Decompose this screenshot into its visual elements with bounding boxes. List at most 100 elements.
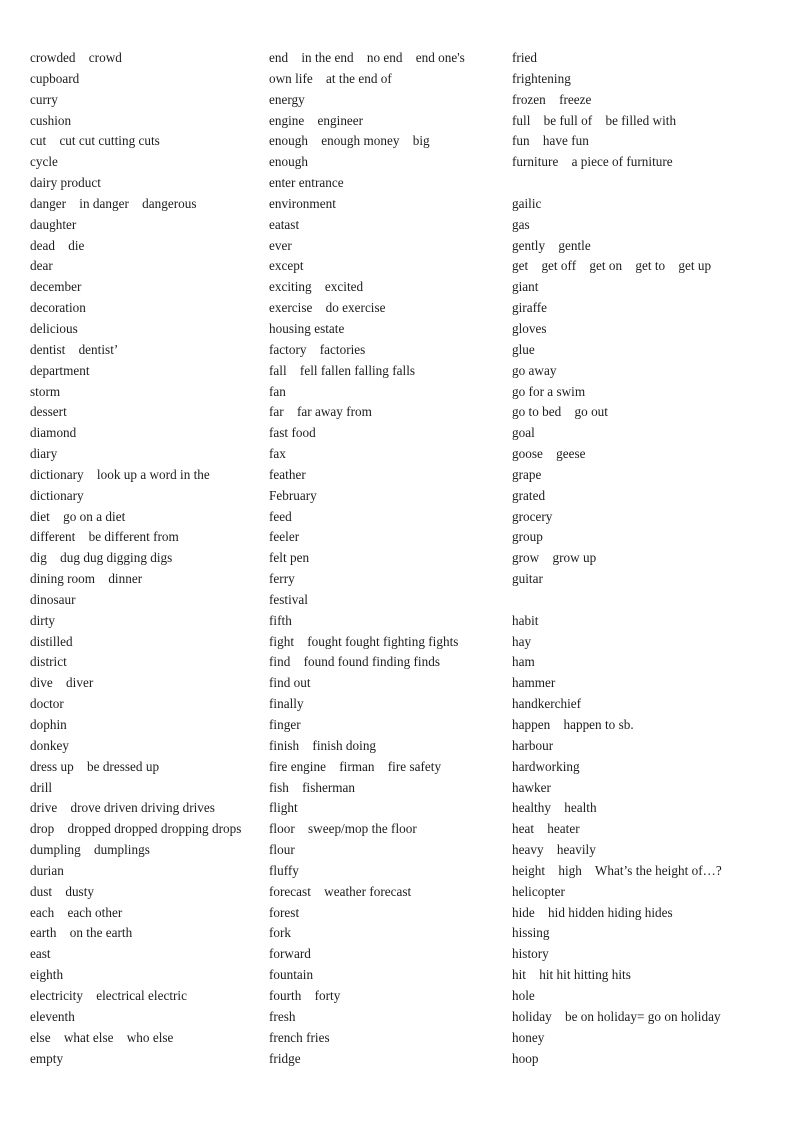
vocabulary-columns: crowded crowd cupboard curry cushion cut cut…: [0, 48, 800, 1069]
vocabulary-entry: energy: [269, 91, 305, 107]
vocabulary-entry: grow grow up: [512, 550, 597, 566]
vocabulary-entry: housing estate: [269, 320, 345, 336]
vocabulary-entry: height high What’s the height of…?: [512, 862, 722, 878]
vocabulary-entry: February: [269, 487, 317, 503]
vocabulary-entry: own life at the end of: [269, 70, 392, 86]
vocabulary-entry: flight: [269, 800, 298, 816]
vocabulary-entry: holiday be on holiday= go on holiday: [512, 1008, 721, 1024]
vocabulary-entry: doctor: [30, 696, 64, 712]
vocabulary-entry: french fries: [269, 1029, 330, 1045]
vocabulary-entry: curry: [30, 91, 58, 107]
vocabulary-entry: enter entrance: [269, 175, 344, 191]
vocabulary-entry: find found found finding finds: [269, 654, 440, 670]
vocabulary-entry: ever: [269, 237, 292, 253]
vocabulary-entry: grocery: [512, 508, 553, 524]
vocabulary-entry: guitar: [512, 571, 543, 587]
vocabulary-entry: december: [30, 279, 82, 295]
vocabulary-entry: durian: [30, 862, 64, 878]
column-left: crowded crowd cupboard curry cushion cut cut…: [0, 48, 262, 1069]
vocabulary-entry: fast food: [269, 425, 316, 441]
vocabulary-entry: hoop: [512, 1050, 539, 1066]
vocabulary-entry: dress up be dressed up: [30, 758, 160, 774]
column-middle: end in the end no end end one's own life …: [262, 48, 505, 1069]
vocabulary-entry: fun have fun: [512, 133, 589, 149]
vocabulary-entry: happen happen to sb.: [512, 717, 634, 732]
vocabulary-entry: heat heater: [512, 821, 580, 837]
vocabulary-entry: helicopter: [512, 883, 565, 899]
vocabulary-entry: dictionary look up a word in the: [30, 466, 210, 482]
vocabulary-entry: dairy product: [30, 175, 101, 191]
vocabulary-entry: fall fell fallen falling falls: [269, 362, 416, 378]
vocabulary-entry: dirty: [30, 612, 56, 628]
vocabulary-entry: danger in danger dangerous: [30, 195, 197, 211]
vocabulary-entry: east: [30, 946, 51, 962]
vocabulary-entry: go to bed go out: [512, 404, 608, 420]
vocabulary-entry: ferry: [269, 571, 295, 587]
vocabulary-entry: donkey: [30, 737, 69, 753]
vocabulary-entry: hay: [512, 633, 532, 649]
vocabulary-entry: cushion: [30, 112, 72, 128]
vocabulary-entry: hole: [512, 987, 535, 1003]
vocabulary-entry: heavy heavily: [512, 842, 596, 858]
vocabulary-entry: dear: [30, 258, 53, 274]
vocabulary-entry: finger: [269, 717, 301, 732]
vocabulary-entry: enough enough money big: [269, 133, 430, 149]
vocabulary-entry: electricity electrical electric: [30, 987, 187, 1003]
vocabulary-entry: handkerchief: [512, 696, 582, 712]
vocabulary-entry: healthy health: [512, 800, 597, 816]
vocabulary-entry: harbour: [512, 737, 554, 753]
vocabulary-entry: different be different from: [30, 529, 179, 545]
vocabulary-entry: hawker: [512, 779, 551, 795]
vocabulary-entry: decoration: [30, 300, 86, 316]
vocabulary-entry: storm: [30, 383, 61, 399]
vocabulary-entry: finally: [269, 696, 304, 712]
vocabulary-entry: crowded crowd: [30, 50, 122, 65]
vocabulary-entry: cut cut cut cutting cuts: [30, 133, 160, 149]
vocabulary-entry: diet go on a diet: [30, 508, 126, 524]
vocabulary-entry: go for a swim: [512, 383, 586, 399]
vocabulary-entry: dumpling dumplings: [30, 842, 150, 858]
vocabulary-entry: eleventh: [30, 1008, 75, 1024]
vocabulary-entry: far far away from: [269, 404, 372, 420]
vocabulary-entry: dead die: [30, 237, 85, 253]
vocabulary-entry: frozen freeze: [512, 91, 592, 107]
vocabulary-entry: forecast weather forecast: [269, 883, 412, 899]
vocabulary-entry: daughter: [30, 216, 77, 232]
vocabulary-entry: fan: [269, 383, 286, 399]
vocabulary-entry: feed: [269, 508, 292, 524]
vocabulary-entry: frightening: [512, 70, 571, 86]
document-page: crowded crowd cupboard curry cushion cut cut…: [0, 0, 800, 1132]
vocabulary-entry: enough: [269, 154, 308, 170]
vocabulary-entry: fried: [512, 50, 537, 65]
vocabulary-entry: dentist dentist’: [30, 341, 119, 357]
column-right: fried frightening frozen freeze full be ful…: [505, 48, 800, 1069]
vocabulary-entry: fish fisherman: [269, 779, 356, 795]
vocabulary-entry: history: [512, 946, 549, 962]
vocabulary-entry: hit hit hit hitting hits: [512, 967, 631, 983]
vocabulary-entry: furniture a piece of furniture: [512, 154, 673, 170]
vocabulary-entry: drill: [30, 779, 53, 795]
vocabulary-entry: fire engine firman fire safety: [269, 758, 442, 774]
vocabulary-entry: drive drove driven driving drives: [30, 800, 215, 816]
vocabulary-entry: factory factories: [269, 341, 366, 357]
vocabulary-entry: gas: [512, 216, 530, 232]
vocabulary-entry: dig dug dug digging digs: [30, 550, 173, 566]
vocabulary-entry: go away: [512, 362, 557, 378]
vocabulary-entry: floor sweep/mop the floor: [269, 821, 417, 837]
vocabulary-entry: fourth forty: [269, 987, 341, 1003]
vocabulary-entry: hide hid hidden hiding hides: [512, 904, 673, 920]
vocabulary-entry: fresh: [269, 1008, 296, 1024]
vocabulary-entry: fridge: [269, 1050, 301, 1066]
vocabulary-entry: feather: [269, 466, 306, 482]
vocabulary-entry: drop dropped dropped dropping drops: [30, 821, 242, 837]
vocabulary-entry: giraffe: [512, 300, 548, 316]
vocabulary-entry: dictionary: [30, 487, 84, 503]
vocabulary-entry: hardworking: [512, 758, 580, 774]
vocabulary-entry: eatast: [269, 216, 300, 232]
vocabulary-entry: fork: [269, 925, 292, 941]
vocabulary-entry: gloves: [512, 320, 547, 336]
vocabulary-entry: exercise do exercise: [269, 300, 386, 316]
vocabulary-entry: hissing: [512, 925, 550, 941]
